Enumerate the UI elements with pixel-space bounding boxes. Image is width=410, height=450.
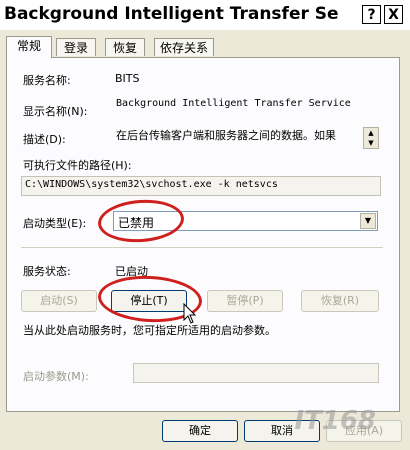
help-button[interactable]: ?	[362, 5, 381, 24]
display-name-field[interactable]: Background Intelligent Transfer Service	[113, 96, 381, 118]
hint-text: 当从此处启动服务时，您可指定所适用的启动参数。	[23, 324, 276, 337]
description-label: 描述(D):	[23, 133, 66, 146]
resume-button[interactable]: 恢复(R)	[301, 290, 379, 312]
pause-button[interactable]: 暂停(P)	[207, 290, 283, 312]
service-name-label: 服务名称:	[23, 74, 71, 87]
start-button[interactable]: 启动(S)	[21, 290, 97, 312]
start-params-label: 启动参数(M):	[23, 370, 89, 383]
service-status-value: 已启动	[115, 265, 148, 278]
service-properties-window: Background Intelligent Transfer Se ? X 常…	[0, 0, 410, 450]
watermark-logo: IT168	[294, 406, 376, 436]
tab-recovery[interactable]: 恢复	[105, 38, 145, 56]
general-tab-panel: 服务名称: BITS 显示名称(N): Background Intellige…	[6, 57, 400, 412]
exec-path-label: 可执行文件的路径(H):	[23, 159, 132, 172]
tab-general[interactable]: 常规	[6, 36, 52, 58]
description-scroll[interactable]: ▲ ▼	[363, 127, 379, 149]
startup-type-select[interactable]: 已禁用 ▼	[113, 211, 378, 231]
close-button[interactable]: X	[384, 5, 403, 24]
stop-button[interactable]: 停止(T)	[111, 290, 187, 312]
divider	[21, 247, 383, 248]
display-name-label: 显示名称(N):	[23, 105, 88, 118]
mouse-cursor-icon	[183, 303, 197, 324]
window-title: Background Intelligent Transfer Se	[4, 4, 339, 24]
ok-button[interactable]: 确定	[162, 420, 238, 442]
service-name-value: BITS	[115, 72, 140, 85]
exec-path-field[interactable]: C:\WINDOWS\system32\svchost.exe -k netsv…	[21, 176, 381, 196]
startup-type-value: 已禁用	[118, 216, 155, 230]
startup-type-label: 启动类型(E):	[23, 217, 87, 230]
tab-logon[interactable]: 登录	[56, 38, 96, 56]
start-params-input[interactable]	[133, 363, 379, 383]
chevron-down-icon[interactable]: ▼	[360, 213, 376, 229]
tab-dependencies[interactable]: 依存关系	[154, 38, 214, 56]
description-field[interactable]: 在后台传输客户端和服务器之间的数据。如果	[113, 125, 359, 147]
service-status-label: 服务状态:	[23, 265, 71, 278]
title-bar[interactable]: Background Intelligent Transfer Se ? X	[0, 0, 410, 30]
